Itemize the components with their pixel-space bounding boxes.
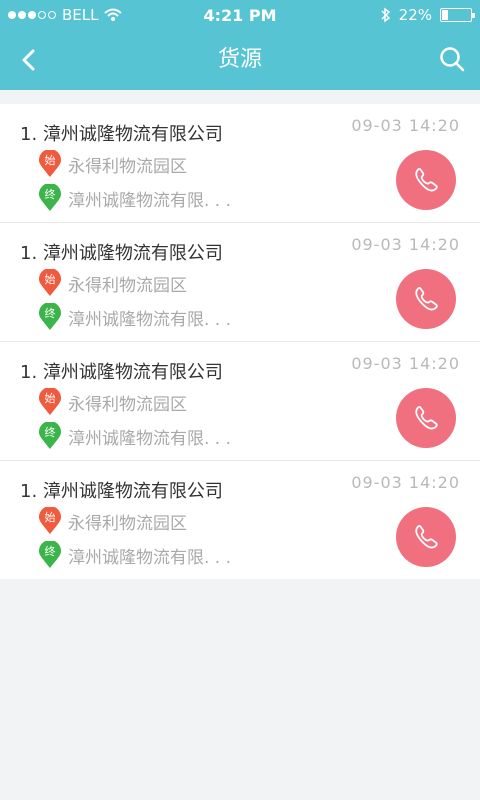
origin-label: 永得利物流园区	[68, 513, 187, 534]
cargo-list-item[interactable]: 1. 漳州诚隆物流有限公司 09-03 14:20 始 永得利物流园区 终 漳州…	[0, 342, 480, 461]
cargo-list-item[interactable]: 1. 漳州诚隆物流有限公司 09-03 14:20 始 永得利物流园区 终 漳州…	[0, 461, 480, 579]
origin-row: 始 永得利物流园区	[38, 269, 187, 297]
bluetooth-icon	[381, 7, 390, 23]
top-bar: BELL 4:21 PM 22% 货源	[0, 0, 480, 90]
phone-icon	[415, 406, 438, 430]
company-name: 1. 漳州诚隆物流有限公司	[20, 362, 223, 383]
start-pin-label: 始	[45, 272, 56, 286]
end-pin-icon: 终	[39, 541, 61, 568]
navigation-bar: 货源	[0, 30, 480, 90]
origin-row: 始 永得利物流园区	[38, 388, 187, 416]
call-button[interactable]	[396, 507, 456, 567]
origin-row: 始 永得利物流园区	[38, 507, 187, 535]
origin-label: 永得利物流园区	[68, 275, 187, 296]
destination-label: 漳州诚隆物流有限. . .	[68, 309, 232, 330]
end-pin-label: 终	[45, 544, 56, 558]
post-time: 09-03 14:20	[351, 473, 460, 492]
search-icon[interactable]	[436, 43, 468, 75]
start-pin-icon: 始	[39, 388, 61, 415]
start-pin-icon: 始	[39, 507, 61, 534]
end-pin-label: 终	[45, 425, 56, 439]
cargo-list-item[interactable]: 1. 漳州诚隆物流有限公司 09-03 14:20 始 永得利物流园区 终 漳州…	[0, 104, 480, 223]
call-button[interactable]	[396, 388, 456, 448]
destination-row: 终 漳州诚隆物流有限. . .	[38, 303, 231, 331]
company-name: 1. 漳州诚隆物流有限公司	[20, 124, 223, 145]
destination-label: 漳州诚隆物流有限. . .	[68, 547, 232, 568]
origin-row: 始 永得利物流园区	[38, 150, 187, 178]
end-pin-label: 终	[45, 187, 56, 201]
start-pin-icon: 始	[39, 150, 61, 177]
post-time: 09-03 14:20	[351, 354, 460, 373]
phone-icon	[415, 168, 438, 192]
call-button[interactable]	[396, 150, 456, 210]
post-time: 09-03 14:20	[351, 235, 460, 254]
call-button[interactable]	[396, 269, 456, 329]
end-pin-icon: 终	[39, 303, 61, 330]
company-name: 1. 漳州诚隆物流有限公司	[20, 481, 223, 502]
origin-label: 永得利物流园区	[68, 394, 187, 415]
start-pin-icon: 始	[39, 269, 61, 296]
post-time: 09-03 14:20	[351, 116, 460, 135]
start-pin-label: 始	[45, 153, 56, 167]
destination-label: 漳州诚隆物流有限. . .	[68, 428, 232, 449]
phone-icon	[415, 287, 438, 311]
start-pin-label: 始	[45, 391, 56, 405]
cargo-list: 1. 漳州诚隆物流有限公司 09-03 14:20 始 永得利物流园区 终 漳州…	[0, 104, 480, 579]
destination-row: 终 漳州诚隆物流有限. . .	[38, 422, 231, 450]
end-pin-icon: 终	[39, 422, 61, 449]
page-title: 货源	[217, 47, 262, 72]
start-pin-label: 始	[45, 510, 56, 524]
battery-icon	[440, 8, 475, 22]
end-pin-icon: 终	[39, 184, 61, 211]
destination-row: 终 漳州诚隆物流有限. . .	[38, 541, 231, 569]
company-name: 1. 漳州诚隆物流有限公司	[20, 243, 223, 264]
status-bar: BELL 4:21 PM 22%	[0, 0, 480, 30]
destination-row: 终 漳州诚隆物流有限. . .	[38, 184, 231, 212]
cargo-list-item[interactable]: 1. 漳州诚隆物流有限公司 09-03 14:20 始 永得利物流园区 终 漳州…	[0, 223, 480, 342]
destination-label: 漳州诚隆物流有限. . .	[68, 190, 232, 211]
origin-label: 永得利物流园区	[68, 156, 187, 177]
battery-percent: 22%	[398, 6, 432, 24]
end-pin-label: 终	[45, 306, 56, 320]
phone-icon	[415, 525, 438, 549]
